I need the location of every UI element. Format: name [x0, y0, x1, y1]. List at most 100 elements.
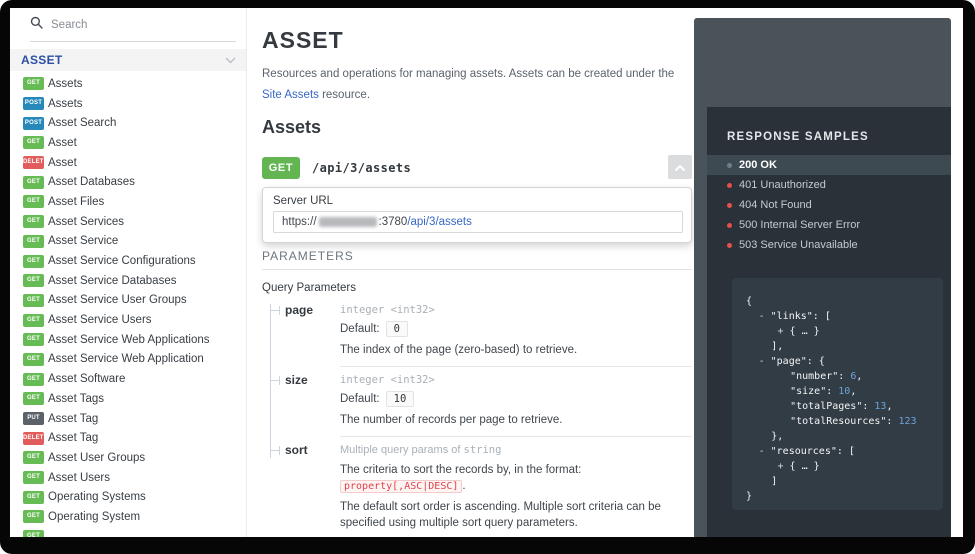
method-badge-get: GET: [23, 373, 44, 386]
code-line: },: [746, 429, 943, 444]
sidebar-item[interactable]: GET Asset Services: [10, 212, 246, 232]
method-badge-get: GET: [23, 215, 44, 228]
sidebar-item-label: Asset Services: [48, 216, 124, 228]
sidebar-item[interactable]: GETAsset Files: [10, 192, 246, 212]
sidebar-item[interactable]: GETAsset Service Databases: [10, 271, 246, 291]
sidebar-item-label: Asset Service Web Application: [48, 353, 204, 365]
intro-paragraph: Resources and operations for managing as…: [262, 64, 694, 106]
sidebar-item[interactable]: DELETEAsset Tag: [10, 428, 246, 448]
type-text: Multiple query params of: [340, 444, 464, 456]
json-text: },: [771, 431, 783, 442]
response-sample-status[interactable]: 404 Not Found: [707, 195, 951, 215]
url-port: :3780: [379, 216, 408, 228]
sidebar-section-asset[interactable]: ASSET: [10, 49, 246, 71]
status-dot-icon: [727, 243, 732, 248]
sidebar-item[interactable]: GETAsset Databases: [10, 172, 246, 192]
sidebar-item[interactable]: GETAsset Service: [10, 232, 246, 252]
collapse-button[interactable]: [668, 155, 692, 179]
status-dot-icon: [727, 223, 732, 228]
sidebar-item-label: Operating System: [48, 511, 140, 523]
code-expand-toggle[interactable]: +: [778, 461, 790, 472]
sidebar-item[interactable]: PUT Asset Tag: [10, 409, 246, 429]
sidebar-item[interactable]: POSTAssets: [10, 94, 246, 114]
json-text: ,: [886, 401, 892, 412]
sidebar-item-label: Assets: [48, 98, 83, 110]
parameters-header: PARAMETERS: [262, 249, 692, 270]
status-label: 503 Service Unavailable: [739, 239, 858, 251]
divider: [340, 436, 692, 437]
sidebar-item-label: Asset Service Configurations: [48, 255, 196, 267]
sidebar-item[interactable]: GETAsset Service User Groups: [10, 291, 246, 311]
param-size: size integer <int32> Default: 10 The num…: [270, 372, 692, 437]
sidebar-item-label: Asset Software: [48, 373, 125, 385]
endpoint-path: /api/3/assets: [312, 161, 411, 175]
json-text: "resources": [: [771, 446, 855, 457]
desc-before: The criteria to sort the records by, in …: [340, 464, 581, 476]
sidebar-item[interactable]: GETAsset Service Users: [10, 310, 246, 330]
sidebar-item-label: Asset User Groups: [48, 452, 145, 464]
endpoint-header[interactable]: GET /api/3/assets: [262, 156, 692, 179]
code-collapse-toggle[interactable]: -: [759, 356, 771, 367]
site-assets-link[interactable]: Site Assets: [262, 89, 319, 101]
sidebar-item-label: Asset Tag: [48, 413, 98, 425]
sidebar-item[interactable]: GETAsset Service Configurations: [10, 251, 246, 271]
code-expand-toggle[interactable]: +: [778, 326, 790, 337]
default-label: Default:: [340, 393, 380, 405]
sidebar-item[interactable]: GETAsset User Groups: [10, 448, 246, 468]
status-label: 404 Not Found: [739, 199, 812, 211]
param-type: integer <int32>: [340, 372, 692, 388]
param-name: page: [285, 302, 340, 367]
code-line: - "links": [: [746, 309, 943, 324]
sidebar-item[interactable]: GETOperating System: [10, 507, 246, 527]
server-url-label: Server URL: [273, 195, 683, 207]
sidebar-item[interactable]: GET: [10, 527, 246, 537]
json-text: }: [746, 491, 752, 502]
param-body: integer <int32> Default: 10 The number o…: [340, 372, 692, 437]
method-badge-get: GET: [23, 136, 44, 149]
sidebar-item-label: Asset Service Users: [48, 314, 152, 326]
sidebar-item[interactable]: GETAsset Service Web Applications: [10, 330, 246, 350]
sidebar-item-label: Asset Service Databases: [48, 275, 176, 287]
intro-text-after: resource.: [319, 89, 370, 101]
sidebar-item[interactable]: GETAssets: [10, 74, 246, 94]
format-code: property[,ASC|DESC]: [340, 480, 462, 493]
status-label: 401 Unauthorized: [739, 179, 826, 191]
response-sample-status[interactable]: 503 Service Unavailable: [707, 235, 951, 255]
search-bar[interactable]: [30, 8, 236, 42]
status-label: 500 Internal Server Error: [739, 219, 860, 231]
sidebar-item-label: Asset Tag: [48, 432, 98, 444]
default-value: 10: [386, 391, 415, 407]
json-text: ,: [856, 371, 862, 382]
method-badge-get: GET: [23, 195, 44, 208]
response-samples-panel: RESPONSE SAMPLES 200 OK 401 Unauthorized 4…: [707, 107, 951, 537]
page-title: ASSET: [262, 26, 692, 54]
method-badge-get: GET: [23, 471, 44, 484]
json-text: ],: [771, 341, 783, 352]
server-url-value[interactable]: https://:3780/api/3/assets: [273, 211, 683, 233]
search-input[interactable]: [51, 19, 236, 31]
sidebar-item-label: Asset Service: [48, 235, 118, 247]
sidebar-item[interactable]: GET Asset Software: [10, 369, 246, 389]
method-badge-put: PUT: [23, 412, 44, 425]
sidebar-item[interactable]: GETAsset Users: [10, 468, 246, 488]
code-collapse-toggle[interactable]: -: [759, 446, 771, 457]
code-collapse-toggle[interactable]: -: [759, 311, 771, 322]
sidebar-item[interactable]: GETOperating Systems: [10, 487, 246, 507]
sidebar-item[interactable]: GET Asset Service Web Application: [10, 350, 246, 370]
json-text: { … }: [790, 461, 820, 472]
response-sample-status[interactable]: 500 Internal Server Error: [707, 215, 951, 235]
sidebar-item[interactable]: GETAsset: [10, 133, 246, 153]
sidebar-item[interactable]: POSTAsset Search: [10, 113, 246, 133]
method-badge-get: GET: [23, 353, 44, 366]
server-url-panel: Server URL https://:3780/api/3/assets: [262, 187, 692, 243]
code-line: + { … }: [746, 324, 943, 339]
sidebar-item[interactable]: DELETEAsset: [10, 153, 246, 173]
sidebar-item[interactable]: GETAsset Tags: [10, 389, 246, 409]
response-sample-status[interactable]: 200 OK: [707, 155, 951, 175]
get-method-badge: GET: [262, 157, 300, 179]
response-samples-title: RESPONSE SAMPLES: [707, 107, 951, 143]
response-panel: RESPONSE SAMPLES 200 OK 401 Unauthorized 4…: [694, 18, 951, 537]
response-sample-status[interactable]: 401 Unauthorized: [707, 175, 951, 195]
chevron-down-icon: [225, 51, 236, 69]
sidebar-section-label: ASSET: [21, 53, 63, 67]
